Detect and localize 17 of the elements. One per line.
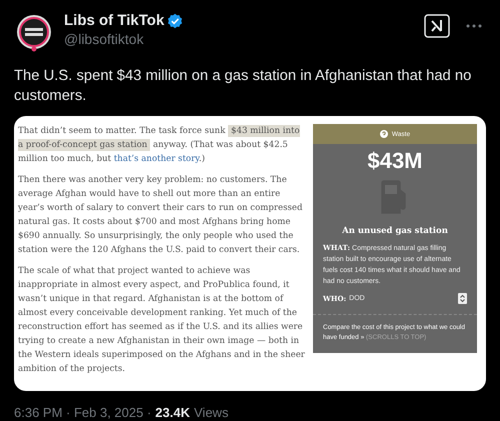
more-icon[interactable] — [466, 24, 482, 28]
expand-icon[interactable] — [458, 293, 467, 304]
panel-title: An unused gas station — [342, 226, 448, 236]
author-name[interactable]: Libs of TikTok — [64, 12, 164, 29]
view-count: 23.4K — [155, 405, 190, 420]
tweet-text: The U.S. spent $43 million on a gas station in Afghanistan that had no customers. — [14, 67, 472, 106]
article-link[interactable]: that’s another story — [114, 154, 199, 164]
question-icon — [380, 130, 388, 138]
article-paragraph: Then there was another very key problem: no customers. The average Afghan would have to shell out more than an entire year’s worth of salary to convert their cars to run on compressed natural gas. It costs about $700 and most Afghans bring home $690 annually. So unsurprisingly, the only people who used the station were the 120 Afghans the U.S. paid to convert their cars. — [18, 174, 304, 257]
timestamp[interactable]: 6:36 PM · Feb 3, 2025 · — [14, 405, 152, 420]
article-paragraph: The scale of what that project wanted to achieve was inappropriate in almost every aspect, and ProPublica found, it wasn’t unique in that regard. Afghanistan is at the bottom of almost every conceivable development ranking. Yet much of the reconstruction effort has seemed as if the U.S. and its allies were trying to create a new Afghanistan in their own image — both in the Western ideals superimposed on the Afghans and in the sheer ambition of the projects. — [18, 265, 305, 376]
article-screenshot[interactable] — [14, 116, 486, 391]
views-label: Views — [194, 405, 228, 420]
avatar-icon[interactable] — [14, 12, 54, 52]
amount: $43M — [367, 148, 423, 174]
article-paragraph: That didn’t seem to matter. The task force sunk $43 million into a proof-of-concept gas station anyway. (That was about $42.5 million too much, but that’s another story.) — [18, 124, 301, 166]
author-handle[interactable]: @libsoftiktok — [64, 31, 414, 47]
